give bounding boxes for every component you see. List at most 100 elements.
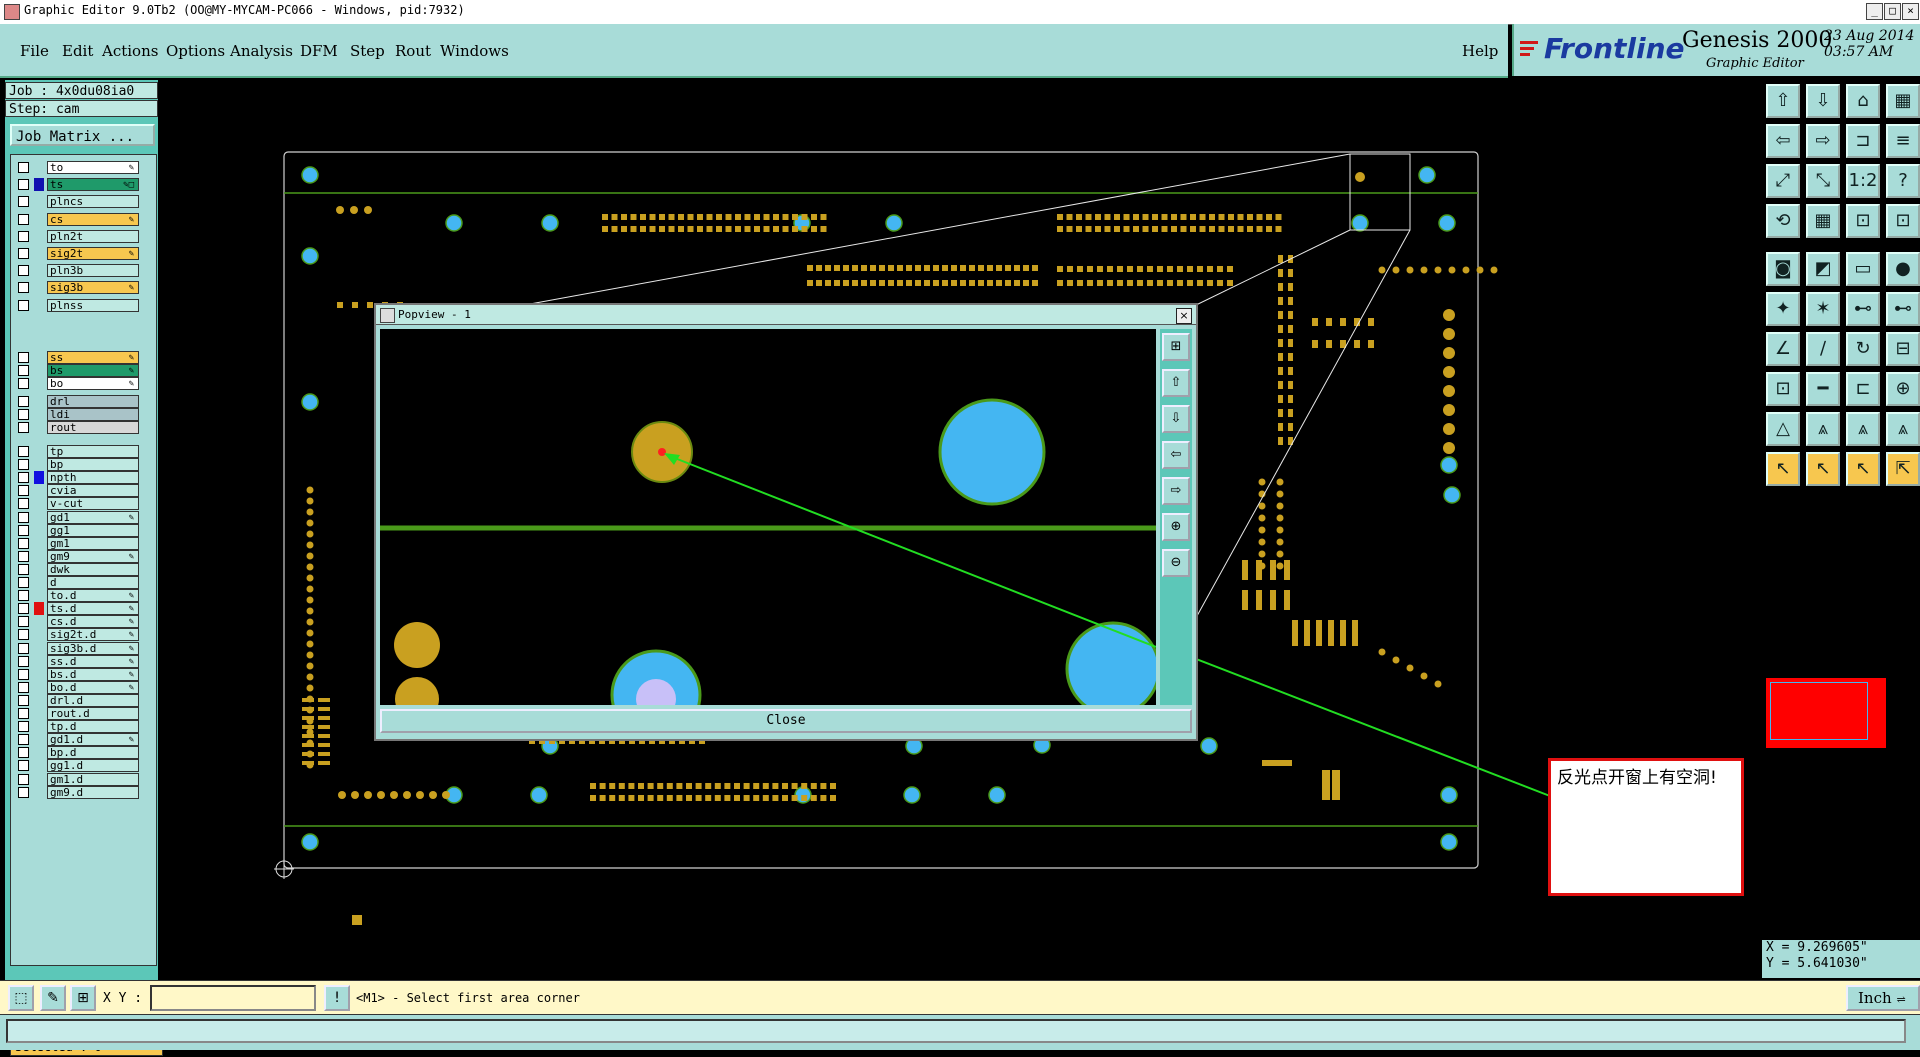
layer-checkbox[interactable] bbox=[18, 550, 29, 562]
menu-options[interactable]: Options bbox=[166, 42, 225, 60]
layer-checkbox[interactable] bbox=[18, 352, 29, 363]
layer-name[interactable]: gg1.d bbox=[47, 759, 139, 773]
layer-row[interactable]: sig3b.d ✎ bbox=[15, 641, 148, 655]
popview-canvas[interactable] bbox=[380, 329, 1161, 741]
layer-name[interactable]: cvia bbox=[47, 484, 139, 498]
layer-checkbox[interactable] bbox=[18, 511, 29, 523]
layer-row[interactable]: pln3b bbox=[15, 264, 148, 278]
layer-row[interactable]: to ✎ bbox=[15, 161, 148, 174]
layer-checkbox[interactable] bbox=[18, 760, 29, 772]
pad-tool-icon[interactable]: ◩ bbox=[1806, 252, 1840, 286]
select-tool-icon[interactable]: ⊡ bbox=[1766, 372, 1800, 406]
popview-zoom-out-icon[interactable]: ⊖ bbox=[1162, 549, 1190, 577]
layer-name[interactable]: gd1.d ✎ bbox=[47, 733, 139, 747]
layer-checkbox[interactable] bbox=[18, 422, 29, 434]
menu-windows[interactable]: Windows bbox=[440, 42, 509, 60]
layer-name[interactable]: bo ✎ bbox=[47, 377, 139, 391]
layer-name[interactable]: sig3b.d ✎ bbox=[47, 641, 139, 655]
layer-row[interactable]: rout bbox=[15, 421, 148, 435]
layer-name[interactable]: to.d ✎ bbox=[47, 589, 139, 603]
move-tool-icon[interactable]: ✦ bbox=[1766, 292, 1800, 326]
layer-name[interactable]: pln2t bbox=[47, 229, 139, 243]
layer-row[interactable]: sig2t.d ✎ bbox=[15, 628, 148, 642]
layer-checkbox[interactable] bbox=[18, 629, 29, 641]
layer-checkbox[interactable] bbox=[18, 265, 29, 277]
layer-checkbox[interactable] bbox=[18, 773, 29, 785]
alert-button[interactable]: ! bbox=[324, 985, 350, 1011]
layer-checkbox[interactable] bbox=[18, 642, 29, 654]
layer-checkbox[interactable] bbox=[18, 655, 29, 667]
layer-checkbox[interactable] bbox=[18, 179, 29, 191]
layer-checkbox[interactable] bbox=[18, 230, 29, 242]
layer-checkbox[interactable] bbox=[18, 485, 29, 497]
zoom-in-tool-icon[interactable]: ⤢ bbox=[1766, 164, 1800, 198]
layer-name[interactable]: to ✎ bbox=[47, 161, 139, 174]
menu-analysis[interactable]: Analysis bbox=[230, 42, 293, 60]
layer-row[interactable]: npth bbox=[15, 471, 148, 485]
bracket-tool-icon[interactable]: ⊏ bbox=[1846, 372, 1880, 406]
layer-name[interactable]: gm1 bbox=[47, 536, 139, 550]
menu-dfm[interactable]: DFM bbox=[300, 42, 338, 60]
overview-viewport[interactable] bbox=[1766, 678, 1886, 748]
layer-row[interactable]: cvia bbox=[15, 484, 148, 498]
layer-name[interactable]: bs ✎ bbox=[47, 364, 139, 378]
line-tool-icon[interactable]: ▭ bbox=[1846, 252, 1880, 286]
layer-name[interactable]: d bbox=[47, 576, 139, 589]
menu-file[interactable]: File bbox=[20, 42, 49, 60]
xy-input[interactable] bbox=[150, 985, 316, 1011]
layer-checkbox[interactable] bbox=[18, 446, 29, 457]
layer-row[interactable]: sig3b ✎ bbox=[15, 281, 148, 295]
unit-selector[interactable]: Inch ⇌ bbox=[1846, 985, 1920, 1011]
snap-tool-icon[interactable]: ◙ bbox=[1766, 252, 1800, 286]
slash-tool-icon[interactable]: ∕ bbox=[1806, 332, 1840, 366]
layer-checkbox[interactable] bbox=[18, 396, 29, 407]
layer-row[interactable]: drl.d bbox=[15, 693, 148, 707]
layer-name[interactable]: ts ✎□ bbox=[47, 178, 139, 192]
menu-edit[interactable]: Edit bbox=[62, 42, 93, 60]
down-tool-icon[interactable]: ⇩ bbox=[1806, 84, 1840, 118]
left-tool-icon[interactable]: ⇦ bbox=[1766, 124, 1800, 158]
layer-name[interactable]: bs.d ✎ bbox=[47, 667, 139, 681]
maximize-button[interactable]: □ bbox=[1884, 3, 1901, 20]
rotate-tool-icon[interactable]: ⟲ bbox=[1766, 204, 1800, 238]
measure-tool-icon[interactable]: ⊡ bbox=[1846, 204, 1880, 238]
layer-row[interactable]: tp bbox=[15, 445, 148, 458]
layer-row[interactable]: bp bbox=[15, 458, 148, 472]
layer-checkbox[interactable] bbox=[18, 409, 29, 421]
layer-checkbox[interactable] bbox=[18, 378, 29, 390]
layer-checkbox[interactable] bbox=[18, 747, 29, 759]
layer-row[interactable]: ss.d ✎ bbox=[15, 654, 148, 668]
layer-name[interactable]: rout.d bbox=[47, 707, 139, 720]
layer-row[interactable]: bs ✎ bbox=[15, 364, 148, 378]
layer-row[interactable]: gd1.d ✎ bbox=[15, 733, 148, 747]
layer-name[interactable]: bp bbox=[47, 458, 139, 472]
layer-checkbox[interactable] bbox=[18, 299, 29, 311]
measure2-tool-icon[interactable]: ⊡ bbox=[1886, 204, 1920, 238]
layer-name[interactable]: sig3b ✎ bbox=[47, 281, 139, 295]
layer-checkbox[interactable] bbox=[18, 563, 29, 575]
ratio-tool-icon[interactable]: 1:2 bbox=[1846, 164, 1880, 198]
menu-help[interactable]: Help bbox=[1462, 42, 1498, 60]
layer-checkbox[interactable] bbox=[18, 721, 29, 733]
popview-pan-left-icon[interactable]: ⇦ bbox=[1162, 441, 1190, 469]
layer-checkbox[interactable] bbox=[18, 708, 29, 719]
layer-name[interactable]: ts.d ✎ bbox=[47, 602, 139, 616]
popview-pan-right-icon[interactable]: ⇨ bbox=[1162, 477, 1190, 505]
layer-checkbox[interactable] bbox=[18, 162, 29, 173]
layer-checkbox[interactable] bbox=[18, 537, 29, 549]
menu-step[interactable]: Step bbox=[350, 42, 385, 60]
layer-name[interactable]: gm9 ✎ bbox=[47, 549, 139, 563]
minimize-button[interactable]: _ bbox=[1866, 3, 1883, 20]
layer-checkbox[interactable] bbox=[18, 734, 29, 746]
fit-tool-icon[interactable]: ⊐ bbox=[1846, 124, 1880, 158]
grid-icon[interactable]: ⊞ bbox=[70, 985, 96, 1011]
layer-name[interactable]: pln3b bbox=[47, 264, 139, 278]
tri4-tool-icon[interactable]: ⩓ bbox=[1886, 412, 1920, 446]
layer-row[interactable]: sig2t ✎ bbox=[15, 247, 148, 260]
layer-name[interactable]: sig2t ✎ bbox=[47, 247, 139, 260]
layer-name[interactable]: ldi bbox=[47, 408, 139, 422]
layer-row[interactable]: gm9 ✎ bbox=[15, 549, 148, 563]
select-mode-icon[interactable]: ⬚ bbox=[8, 985, 34, 1011]
layer-name[interactable]: v-cut bbox=[47, 497, 139, 511]
arc-tool-icon[interactable]: ↻ bbox=[1846, 332, 1880, 366]
